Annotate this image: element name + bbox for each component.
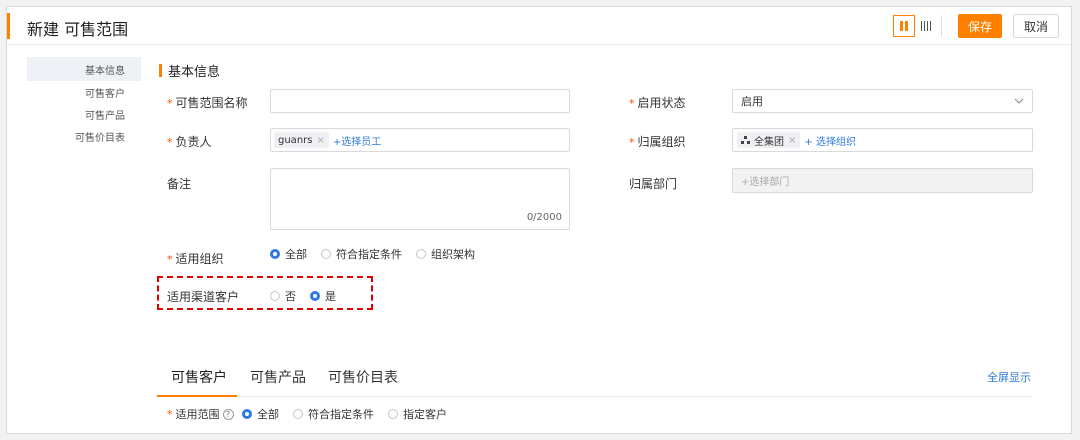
remove-tag-icon[interactable]: × (788, 135, 796, 146)
remark-textarea[interactable]: 0/2000 (270, 168, 570, 230)
radio-label: 组织架构 (431, 248, 475, 261)
org-label: * 归属组织 (629, 133, 686, 150)
four-column-view-button[interactable] (915, 15, 937, 37)
dept-placeholder: +选择部门 (741, 177, 790, 188)
chevron-down-icon (1014, 98, 1024, 104)
title-accent (7, 13, 10, 39)
owner-label-text: 负责人 (175, 135, 212, 149)
radio-label: 否 (285, 290, 296, 303)
radio-yes[interactable]: 是 (310, 288, 336, 304)
owner-field[interactable]: guanrs × +选择员工 (270, 128, 570, 152)
radio-scope-all[interactable]: 全部 (242, 406, 279, 422)
help-icon[interactable]: ? (222, 408, 234, 420)
remark-label: 备注 (167, 177, 192, 191)
remove-tag-icon[interactable]: × (316, 135, 324, 146)
owner-label: * 负责人 (167, 133, 212, 150)
required-mark: * (167, 407, 173, 421)
radio-dot (321, 249, 331, 259)
radio-all[interactable]: 全部 (270, 246, 307, 262)
channel-customer-radio-group: 否 是 (270, 288, 350, 304)
column-icon (900, 21, 903, 31)
column-icon (927, 21, 928, 31)
radio-label: 全部 (257, 408, 279, 421)
radio-dot (388, 409, 398, 419)
range-name-label: * 可售范围名称 (167, 94, 248, 111)
radio-label: 全部 (285, 248, 307, 261)
owner-tag: guanrs × (274, 132, 329, 148)
column-icon (921, 21, 922, 31)
select-employee-link[interactable]: +选择员工 (333, 133, 381, 148)
org-tag-label: 全集团 (754, 136, 784, 148)
org-field[interactable]: 全集团 × + 选择组织 (732, 128, 1033, 152)
page-title: 新建 可售范围 (27, 20, 129, 39)
org-tree-icon (741, 136, 750, 144)
radio-condition[interactable]: 符合指定条件 (321, 246, 402, 262)
required-mark: * (629, 136, 635, 149)
section-accent (159, 64, 162, 77)
section-heading: 基本信息 (159, 61, 220, 80)
radio-dot (270, 291, 280, 301)
org-label-text: 归属组织 (637, 135, 686, 149)
status-label-text: 启用状态 (637, 96, 686, 110)
column-icon (924, 21, 925, 31)
owner-tag-label: guanrs (278, 134, 313, 146)
dept-label: 归属部门 (629, 177, 678, 191)
section-title: 基本信息 (168, 65, 221, 80)
status-value: 启用 (741, 95, 763, 108)
divider (941, 15, 942, 37)
view-toggle (893, 15, 946, 37)
active-tab-indicator (157, 395, 237, 397)
nav-item-price-lists[interactable]: 可售价目表 (27, 125, 141, 147)
status-select[interactable]: 启用 (732, 89, 1033, 113)
fullscreen-link[interactable]: 全屏显示 (987, 369, 1031, 385)
save-button[interactable]: 保存 (958, 14, 1002, 38)
radio-dot (310, 291, 320, 301)
editor-window: 新建 可售范围 保存 取消 基本信息 可售客户 可售产品 可售价目表 基本信息 (6, 6, 1072, 434)
scope-label-text: 适用范围 (175, 408, 220, 421)
detail-tabs: 可售客户 可售产品 可售价目表 全屏显示 (157, 363, 1031, 397)
scope-radio-group: 全部 符合指定条件 指定客户 (242, 406, 461, 422)
tab-customers[interactable]: 可售客户 (171, 367, 227, 387)
radio-dot (242, 409, 252, 419)
status-label: * 启用状态 (629, 94, 686, 111)
scope-label: * 适用范围 ? (167, 406, 234, 422)
org-tag: 全集团 × (737, 132, 801, 148)
required-mark: * (167, 253, 173, 266)
nav-item-customers[interactable]: 可售客户 (27, 81, 141, 103)
radio-label: 指定客户 (403, 408, 447, 421)
select-org-link[interactable]: + 选择组织 (804, 133, 856, 148)
dept-field[interactable]: +选择部门 (732, 168, 1033, 193)
tab-products[interactable]: 可售产品 (250, 367, 306, 387)
applicable-org-radio-group: 全部 符合指定条件 组织架构 (270, 246, 489, 262)
header: 新建 可售范围 保存 取消 (7, 7, 1071, 45)
radio-org-structure[interactable]: 组织架构 (416, 246, 475, 262)
two-column-view-button[interactable] (893, 15, 915, 37)
channel-customer-label: 适用渠道客户 (167, 290, 240, 304)
tab-price-lists[interactable]: 可售价目表 (328, 367, 398, 387)
applicable-org-label-text: 适用组织 (175, 252, 224, 266)
radio-label: 符合指定条件 (336, 248, 402, 261)
cancel-button[interactable]: 取消 (1013, 14, 1059, 38)
column-icon (905, 21, 908, 31)
remark-counter: 0/2000 (526, 212, 562, 223)
side-nav: 基本信息 可售客户 可售产品 可售价目表 (27, 57, 141, 147)
nav-item-basic-info[interactable]: 基本信息 (27, 57, 141, 81)
applicable-org-label: * 适用组织 (167, 250, 224, 267)
radio-no[interactable]: 否 (270, 288, 296, 304)
range-name-input[interactable] (270, 89, 570, 113)
column-icon (930, 21, 931, 31)
radio-label: 是 (325, 290, 336, 303)
radio-scope-condition[interactable]: 符合指定条件 (293, 406, 374, 422)
radio-dot (416, 249, 426, 259)
radio-scope-customers[interactable]: 指定客户 (388, 406, 447, 422)
radio-label: 符合指定条件 (308, 408, 374, 421)
nav-item-products[interactable]: 可售产品 (27, 103, 141, 125)
required-mark: * (167, 97, 173, 110)
radio-dot (270, 249, 280, 259)
required-mark: * (167, 136, 173, 149)
radio-dot (293, 409, 303, 419)
range-name-label-text: 可售范围名称 (175, 96, 248, 110)
required-mark: * (629, 97, 635, 110)
